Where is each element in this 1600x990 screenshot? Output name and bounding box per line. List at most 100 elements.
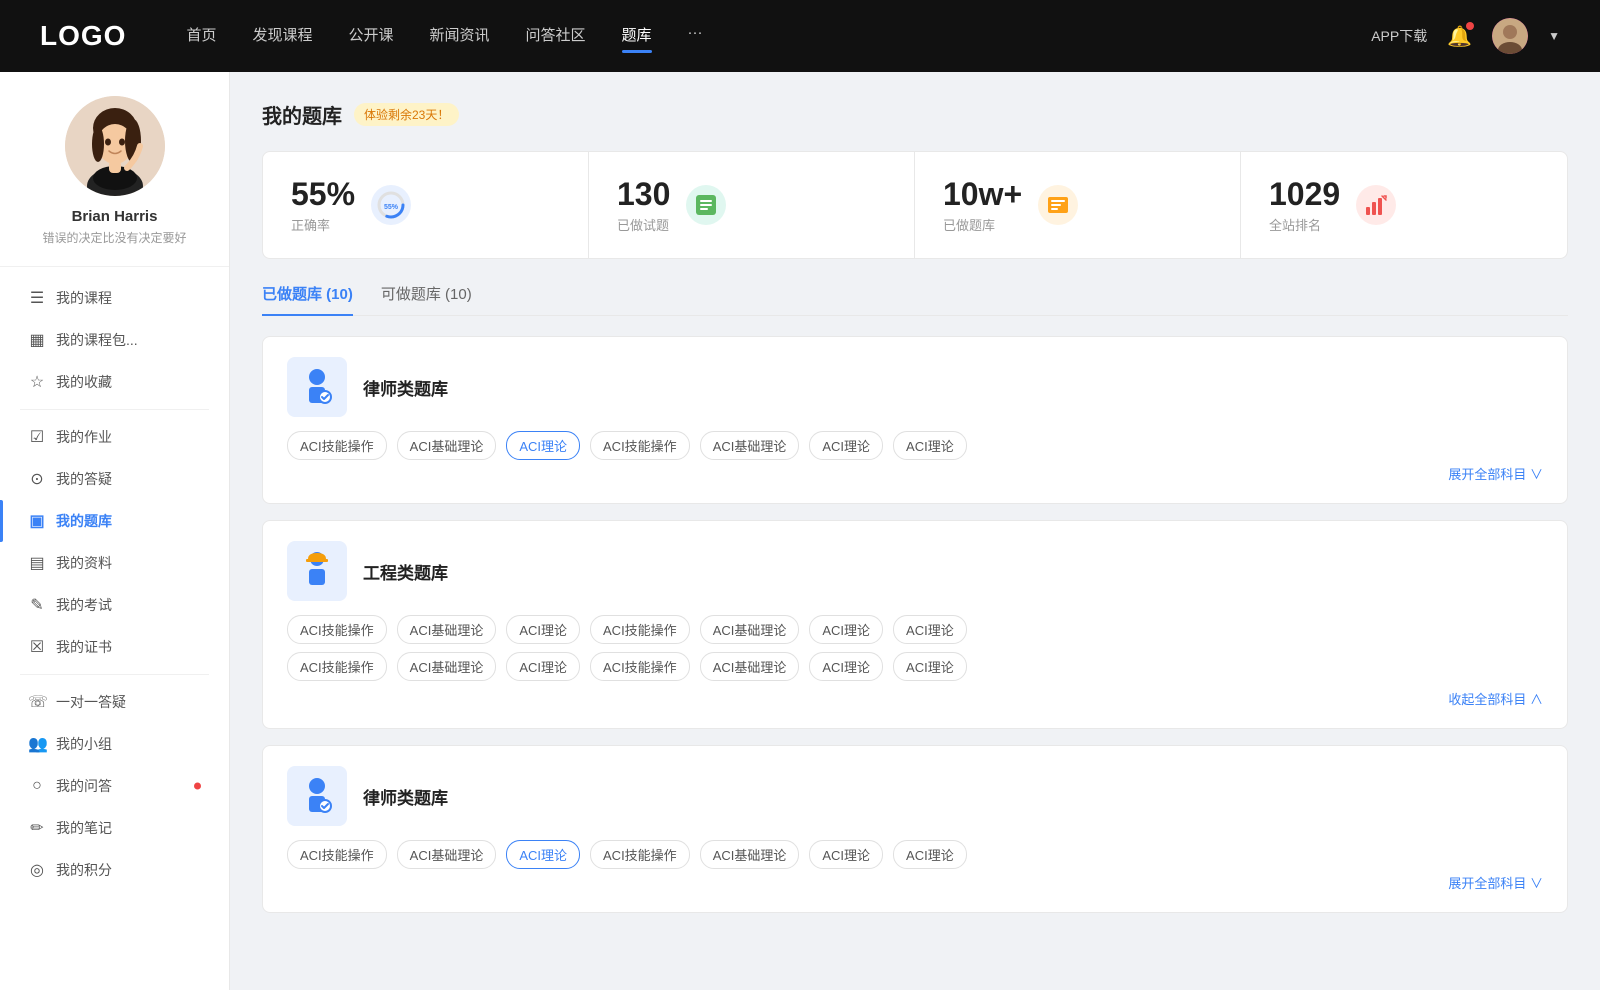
bank-card-eng-tags-row1: ACI技能操作 ACI基础理论 ACI理论 ACI技能操作 ACI基础理论 AC… bbox=[287, 615, 1543, 644]
tab-available[interactable]: 可做题库 (10) bbox=[381, 283, 472, 316]
app-download-link[interactable]: APP下载 bbox=[1371, 26, 1427, 46]
stat-done-text: 130 已做试题 bbox=[617, 176, 670, 234]
tag-eng-basic-1[interactable]: ACI基础理论 bbox=[397, 615, 497, 644]
sidebar-item-label: 我的课程 bbox=[56, 288, 112, 308]
stat-rank: 1029 全站排名 bbox=[1241, 152, 1567, 258]
tag-law2-theory-2[interactable]: ACI理论 bbox=[809, 840, 883, 869]
sidebar-item-answers[interactable]: ⊙ 我的答疑 bbox=[0, 458, 229, 500]
law-figure-icon-2 bbox=[295, 774, 339, 818]
stat-accuracy-text: 55% 正确率 bbox=[291, 176, 355, 234]
exam-icon: ✎ bbox=[28, 595, 46, 615]
bank-card-law-2-title: 律师类题库 bbox=[363, 784, 448, 809]
tab-done[interactable]: 已做题库 (10) bbox=[262, 283, 353, 316]
sidebar-item-label: 我的资料 bbox=[56, 553, 112, 573]
tag-eng-skill-2[interactable]: ACI技能操作 bbox=[590, 615, 690, 644]
sidebar-menu: ☰ 我的课程 ▦ 我的课程包... ☆ 我的收藏 ☑ 我的作业 ⊙ 我的答疑 ▣ bbox=[0, 267, 229, 901]
nav-link-news[interactable]: 新闻资讯 bbox=[430, 24, 490, 49]
expand-law-2[interactable]: 展开全部科目 ∨ bbox=[287, 873, 1543, 892]
trial-badge: 体验剩余23天！ bbox=[354, 103, 459, 126]
tag-eng2-theory-1[interactable]: ACI理论 bbox=[506, 652, 580, 681]
tag-aci-basic-1[interactable]: ACI基础理论 bbox=[397, 431, 497, 460]
tag-law2-skill-2[interactable]: ACI技能操作 bbox=[590, 840, 690, 869]
star-icon: ☆ bbox=[28, 372, 46, 392]
tag-eng-basic-2[interactable]: ACI基础理论 bbox=[700, 615, 800, 644]
tag-aci-theory-2[interactable]: ACI理论 bbox=[809, 431, 883, 460]
sidebar-item-label: 我的问答 bbox=[56, 776, 112, 796]
tag-law2-theory-3[interactable]: ACI理论 bbox=[893, 840, 967, 869]
nav-link-home[interactable]: 首页 bbox=[186, 24, 216, 49]
stat-accuracy-label: 正确率 bbox=[291, 215, 355, 234]
tag-eng-skill-1[interactable]: ACI技能操作 bbox=[287, 615, 387, 644]
tag-aci-skill-1[interactable]: ACI技能操作 bbox=[287, 431, 387, 460]
done-banks-icon bbox=[1038, 185, 1078, 225]
nav-link-discover[interactable]: 发现课程 bbox=[252, 24, 312, 49]
tag-law2-theory-1[interactable]: ACI理论 bbox=[506, 840, 580, 869]
nav-right: APP下载 🔔 ▼ bbox=[1371, 18, 1560, 54]
nav-links: 首页 发现课程 公开课 新闻资讯 问答社区 题库 ··· bbox=[186, 24, 1371, 49]
tag-law2-basic-2[interactable]: ACI基础理论 bbox=[700, 840, 800, 869]
stat-done-value: 130 bbox=[617, 176, 670, 213]
svg-text:55%: 55% bbox=[384, 204, 399, 211]
tag-aci-skill-2[interactable]: ACI技能操作 bbox=[590, 431, 690, 460]
nav-link-opencourse[interactable]: 公开课 bbox=[348, 24, 393, 49]
main-content: 我的题库 体验剩余23天！ 55% 正确率 55% bbox=[230, 72, 1600, 990]
sidebar-item-exam[interactable]: ✎ 我的考试 bbox=[0, 584, 229, 626]
bank-card-eng: 工程类题库 ACI技能操作 ACI基础理论 ACI理论 ACI技能操作 ACI基… bbox=[262, 520, 1568, 729]
sidebar-item-favorites[interactable]: ☆ 我的收藏 bbox=[0, 361, 229, 403]
collapse-eng[interactable]: 收起全部科目 ∧ bbox=[287, 689, 1543, 708]
sidebar-item-notes[interactable]: ✏ 我的笔记 bbox=[0, 807, 229, 849]
rank-icon bbox=[1356, 185, 1396, 225]
stat-done-banks: 10w+ 已做题库 bbox=[915, 152, 1241, 258]
expand-law-1[interactable]: 展开全部科目 ∨ bbox=[287, 464, 1543, 483]
bank-card-eng-header: 工程类题库 bbox=[287, 541, 1543, 601]
sidebar-item-label: 我的答疑 bbox=[56, 469, 112, 489]
nav-link-bank[interactable]: 题库 bbox=[622, 24, 652, 49]
sidebar-item-materials[interactable]: ▤ 我的资料 bbox=[0, 542, 229, 584]
answers-icon: ⊙ bbox=[28, 469, 46, 489]
accuracy-icon: 55% bbox=[371, 185, 411, 225]
tag-law2-skill-1[interactable]: ACI技能操作 bbox=[287, 840, 387, 869]
tag-eng2-theory-2[interactable]: ACI理论 bbox=[809, 652, 883, 681]
sidebar-item-homework[interactable]: ☑ 我的作业 bbox=[0, 416, 229, 458]
main-layout: Brian Harris 错误的决定比没有决定要好 ☰ 我的课程 ▦ 我的课程包… bbox=[0, 72, 1600, 990]
bank-card-law-2-header: 律师类题库 bbox=[287, 766, 1543, 826]
tag-eng-theory-3[interactable]: ACI理论 bbox=[893, 615, 967, 644]
tag-eng-theory-2[interactable]: ACI理论 bbox=[809, 615, 883, 644]
nav-link-more[interactable]: ··· bbox=[688, 24, 703, 49]
stat-rank-value: 1029 bbox=[1269, 176, 1340, 213]
tag-eng-theory-1[interactable]: ACI理论 bbox=[506, 615, 580, 644]
sidebar-item-label: 我的收藏 bbox=[56, 372, 112, 392]
notification-bell[interactable]: 🔔 bbox=[1447, 24, 1472, 49]
tag-eng2-theory-3[interactable]: ACI理论 bbox=[893, 652, 967, 681]
sidebar-item-group[interactable]: 👥 我的小组 bbox=[0, 723, 229, 765]
sidebar-item-points[interactable]: ◎ 我的积分 bbox=[0, 849, 229, 891]
user-dropdown-icon[interactable]: ▼ bbox=[1548, 29, 1560, 43]
navbar: LOGO 首页 发现课程 公开课 新闻资讯 问答社区 题库 ··· APP下载 … bbox=[0, 0, 1600, 72]
sidebar-item-qa[interactable]: ○ 我的问答 bbox=[0, 765, 229, 807]
tag-eng2-skill-1[interactable]: ACI技能操作 bbox=[287, 652, 387, 681]
stat-accuracy-value: 55% bbox=[291, 176, 355, 213]
homework-icon: ☑ bbox=[28, 427, 46, 447]
nav-link-qa[interactable]: 问答社区 bbox=[526, 24, 586, 49]
stat-rank-text: 1029 全站排名 bbox=[1269, 176, 1340, 234]
tag-aci-basic-2[interactable]: ACI基础理论 bbox=[700, 431, 800, 460]
sidebar-item-certificate[interactable]: ☒ 我的证书 bbox=[0, 626, 229, 668]
qa-notification-dot bbox=[194, 783, 201, 790]
tag-eng2-basic-1[interactable]: ACI基础理论 bbox=[397, 652, 497, 681]
tag-law2-basic-1[interactable]: ACI基础理论 bbox=[397, 840, 497, 869]
bank-card-law-1-tags: ACI技能操作 ACI基础理论 ACI理论 ACI技能操作 ACI基础理论 AC… bbox=[287, 431, 1543, 460]
tag-aci-theory-1[interactable]: ACI理论 bbox=[506, 431, 580, 460]
profile-name: Brian Harris bbox=[72, 208, 158, 225]
user-avatar[interactable] bbox=[1492, 18, 1528, 54]
notification-dot bbox=[1466, 22, 1474, 30]
tag-eng2-basic-2[interactable]: ACI基础理论 bbox=[700, 652, 800, 681]
tag-aci-theory-3[interactable]: ACI理论 bbox=[893, 431, 967, 460]
sidebar-item-course-pack[interactable]: ▦ 我的课程包... bbox=[0, 319, 229, 361]
tag-eng2-skill-2[interactable]: ACI技能操作 bbox=[590, 652, 690, 681]
sidebar-item-my-course[interactable]: ☰ 我的课程 bbox=[0, 277, 229, 319]
cert-icon: ☒ bbox=[28, 637, 46, 657]
stats-row: 55% 正确率 55% 130 已做试题 bbox=[262, 151, 1568, 259]
sidebar-item-label: 我的考试 bbox=[56, 595, 112, 615]
sidebar-item-tutoring[interactable]: ☏ 一对一答疑 bbox=[0, 681, 229, 723]
sidebar-item-bank[interactable]: ▣ 我的题库 bbox=[0, 500, 229, 542]
